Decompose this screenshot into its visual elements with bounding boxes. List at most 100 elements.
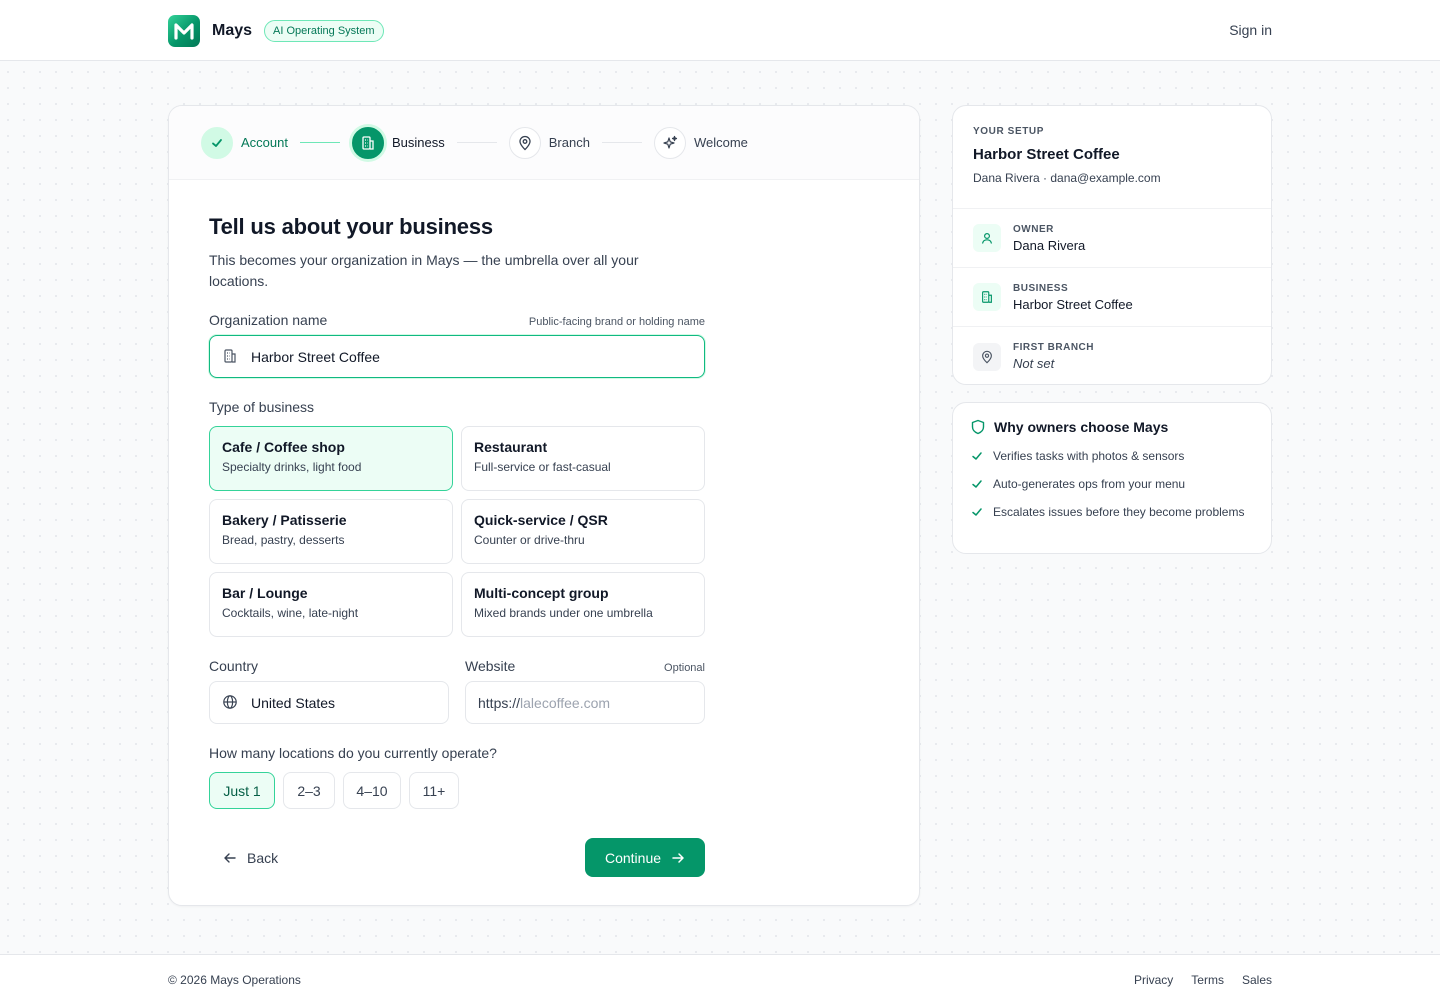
page-subtitle: This becomes your organization in Mays —…: [209, 252, 639, 289]
org-name-label: Organization name: [209, 312, 328, 328]
step-label: Account: [241, 135, 288, 150]
top-bar: Mays AI Operating System Sign in: [0, 0, 1440, 61]
stepper: Account Business Branch Welcome: [169, 106, 919, 180]
website-header: Website Optional: [465, 658, 705, 674]
website-prefix: https://: [478, 694, 521, 711]
option-title: Cafe / Coffee shop: [222, 439, 345, 455]
setup-row-label: BUSINESS: [1013, 282, 1069, 294]
step-account[interactable]: Account: [201, 126, 288, 159]
setup-header: YOUR SETUP Harbor Street Coffee Dana Riv…: [953, 106, 1271, 209]
why-title: Why owners choose Mays: [994, 419, 1169, 435]
check-icon: [971, 475, 985, 495]
country-select[interactable]: United States: [209, 681, 449, 724]
business-type-option[interactable]: Bakery / Patisserie Bread, pastry, desse…: [209, 499, 453, 564]
setup-row-value: Harbor Street Coffee: [1013, 296, 1133, 312]
country-value: United States: [251, 694, 336, 711]
back-label: Back: [247, 849, 279, 866]
brand-badge: AI Operating System: [264, 20, 384, 42]
footer-link-terms[interactable]: Terms: [1191, 973, 1224, 987]
check-icon: [971, 447, 985, 467]
building-icon: [973, 283, 1001, 311]
step-label: Welcome: [693, 135, 748, 150]
why-list: Verifies tasks with photos & sensors Aut…: [971, 447, 1253, 523]
business-type-label: Type of business: [209, 399, 315, 415]
map-pin-icon: [508, 126, 541, 159]
step-connector: [601, 142, 642, 143]
footer: © 2026 Mays Operations Privacy Terms Sal…: [0, 954, 1440, 1005]
map-pin-icon: [973, 342, 1001, 371]
option-subtitle: Counter or drive-thru: [474, 533, 585, 547]
brand[interactable]: Mays AI Operating System: [168, 15, 384, 47]
continue-button[interactable]: Continue: [585, 838, 705, 877]
business-type-option[interactable]: Restaurant Full-service or fast-casual: [461, 426, 705, 491]
country-label: Country: [209, 658, 259, 674]
org-name-value: Harbor Street Coffee: [251, 348, 380, 365]
locations-option[interactable]: 4–10: [343, 772, 401, 809]
setup-row-value: Not set: [1013, 356, 1055, 371]
setup-row-text: FIRST BRANCH Not set: [1013, 342, 1094, 371]
step-branch[interactable]: Branch: [508, 126, 590, 159]
mays-logo-icon: [168, 15, 200, 47]
setup-row-value: Dana Rivera: [1013, 237, 1086, 253]
user-icon: [973, 224, 1001, 252]
list-item: Auto-generates ops from your menu: [971, 475, 1253, 495]
option-title: Quick-service / QSR: [474, 512, 608, 528]
business-type-option[interactable]: Bar / Lounge Cocktails, wine, late-night: [209, 572, 453, 637]
footer-link-privacy[interactable]: Privacy: [1134, 973, 1173, 987]
locations-option[interactable]: Just 1: [209, 772, 275, 809]
sparkles-icon: [653, 126, 686, 159]
setup-row-text: OWNER Dana Rivera: [1013, 224, 1085, 253]
globe-icon: [222, 694, 240, 712]
arrow-left-icon: [223, 851, 237, 865]
website-input[interactable]: https:// lalecoffee.com: [465, 681, 705, 724]
continue-label: Continue: [604, 849, 662, 866]
list-item: Escalates issues before they become prob…: [971, 503, 1253, 523]
step-business[interactable]: Business: [351, 126, 445, 159]
footer-link-sales[interactable]: Sales: [1242, 973, 1272, 987]
check-icon: [201, 126, 233, 159]
step-welcome[interactable]: Welcome: [653, 126, 748, 159]
arrow-right-icon: [671, 851, 685, 865]
why-item-text: Escalates issues before they become prob…: [993, 505, 1245, 519]
website-field: Website Optional https:// lalecoffee.com: [465, 658, 705, 724]
setup-business-name: Harbor Street Coffee: [973, 146, 1120, 163]
setup-row-text: BUSINESS Harbor Street Coffee: [1013, 283, 1133, 312]
country-field: Country United States: [209, 658, 449, 724]
back-button[interactable]: Back: [209, 850, 278, 866]
locations-option[interactable]: 2–3: [283, 772, 335, 809]
org-name-header: Organization name Public-facing brand or…: [209, 312, 705, 328]
locations-option[interactable]: 11+: [409, 772, 459, 809]
why-item-text: Auto-generates ops from your menu: [993, 477, 1186, 491]
setup-row-label: FIRST BRANCH: [1013, 342, 1094, 353]
option-title: Multi-concept group: [474, 585, 609, 601]
step-connector: [299, 142, 340, 143]
business-type-option[interactable]: Cafe / Coffee shop Specialty drinks, lig…: [209, 426, 453, 491]
brand-name: Mays: [212, 22, 253, 39]
option-title: Bar / Lounge: [222, 585, 308, 601]
why-item-text: Verifies tasks with photos & sensors: [993, 449, 1185, 463]
step-label: Branch: [548, 135, 590, 150]
setup-row-business: BUSINESS Harbor Street Coffee: [953, 268, 1271, 327]
onboarding-card: Account Business Branch Welcome Tell us …: [168, 105, 920, 906]
option-subtitle: Full-service or fast-casual: [474, 460, 611, 474]
why-choose-panel: Why owners choose Mays Verifies tasks wi…: [952, 402, 1272, 554]
option-subtitle: Specialty drinks, light food: [222, 460, 362, 474]
business-form: Tell us about your business This becomes…: [209, 214, 705, 877]
business-type-option[interactable]: Quick-service / QSR Counter or drive-thr…: [461, 499, 705, 564]
step-label: Business: [391, 135, 445, 150]
business-type-option[interactable]: Multi-concept group Mixed brands under o…: [461, 572, 705, 637]
footer-links: Privacy Terms Sales: [1134, 973, 1272, 987]
website-hint: Optional: [664, 662, 705, 674]
form-actions: Back Continue: [209, 838, 705, 877]
shield-icon: [971, 419, 985, 435]
setup-eyebrow: YOUR SETUP: [973, 126, 1045, 137]
check-icon: [971, 503, 985, 523]
locations-label: How many locations do you currently oper…: [209, 745, 497, 761]
org-name-input[interactable]: Harbor Street Coffee: [209, 335, 705, 378]
why-header: Why owners choose Mays: [971, 419, 1253, 435]
website-placeholder: lalecoffee.com: [520, 694, 611, 711]
option-subtitle: Cocktails, wine, late-night: [222, 606, 359, 620]
setup-row-branch: FIRST BRANCH Not set: [953, 327, 1271, 386]
sign-in-link[interactable]: Sign in: [1229, 22, 1272, 38]
option-subtitle: Mixed brands under one umbrella: [474, 606, 653, 620]
